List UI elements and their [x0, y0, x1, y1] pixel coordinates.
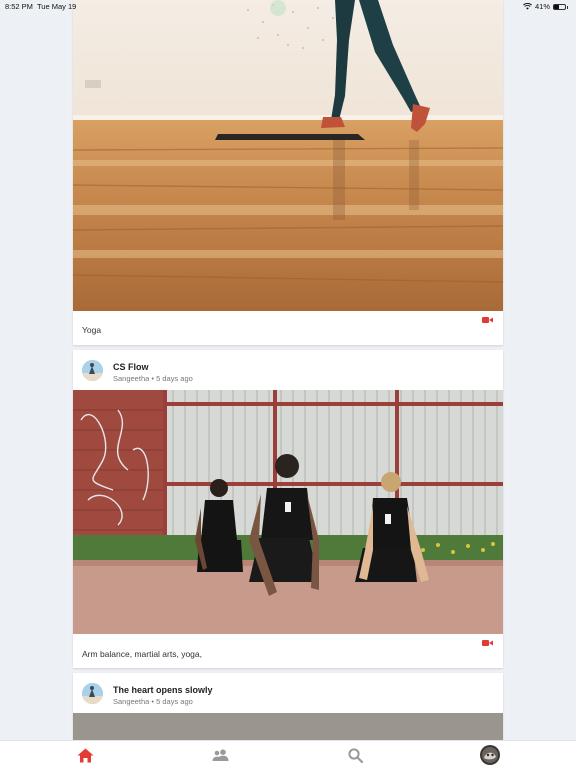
profile-avatar — [480, 745, 500, 765]
tab-bar — [0, 740, 576, 769]
post-meta: Sangeetha • 5 days ago — [113, 697, 193, 706]
avatar-image — [82, 360, 103, 381]
battery-level — [554, 4, 559, 9]
post-title[interactable]: CS Flow — [113, 362, 149, 372]
tab-people[interactable] — [200, 741, 240, 769]
post-age: 5 days ago — [156, 697, 193, 706]
status-date: Tue May 19 — [37, 2, 77, 11]
post-card[interactable]: CS Flow Sangeetha • 5 days ago Arm balan… — [73, 350, 503, 668]
search-icon — [347, 747, 363, 763]
status-bar: 8:52 PM Tue May 19 41% — [0, 0, 576, 12]
post-header[interactable]: The heart opens slowly Sangeetha • 5 day… — [73, 673, 503, 713]
home-icon — [77, 748, 93, 762]
tab-profile[interactable] — [470, 741, 510, 769]
author-avatar[interactable] — [82, 683, 103, 704]
group-yoga-image — [73, 390, 503, 634]
yoga-studio-image — [73, 0, 503, 311]
author-avatar[interactable] — [82, 360, 103, 381]
video-camera-icon — [482, 317, 493, 323]
post-meta: Sangeetha • 5 days ago — [113, 374, 193, 383]
post-title[interactable]: The heart opens slowly — [113, 685, 213, 695]
battery-icon — [553, 3, 568, 10]
post-header[interactable]: CS Flow Sangeetha • 5 days ago — [73, 350, 503, 390]
post-card[interactable]: Yoga — [73, 0, 503, 345]
tab-search[interactable] — [335, 741, 375, 769]
post-age: 5 days ago — [156, 374, 193, 383]
post-author[interactable]: Sangeetha — [113, 374, 149, 383]
post-video-thumbnail[interactable] — [73, 0, 503, 311]
status-indicators: 41% — [523, 2, 568, 11]
avatar-image — [82, 683, 103, 704]
post-caption: Arm balance, martial arts, yoga, — [82, 649, 202, 659]
tab-home[interactable] — [65, 741, 105, 769]
people-icon — [212, 749, 228, 761]
post-video-thumbnail[interactable] — [73, 390, 503, 634]
status-time: 8:52 PM — [5, 2, 33, 11]
post-caption: Yoga — [82, 325, 102, 335]
post-author[interactable]: Sangeetha — [113, 697, 149, 706]
wifi-icon — [523, 3, 532, 10]
video-camera-icon — [482, 640, 493, 646]
battery-percent: 41% — [534, 2, 550, 11]
